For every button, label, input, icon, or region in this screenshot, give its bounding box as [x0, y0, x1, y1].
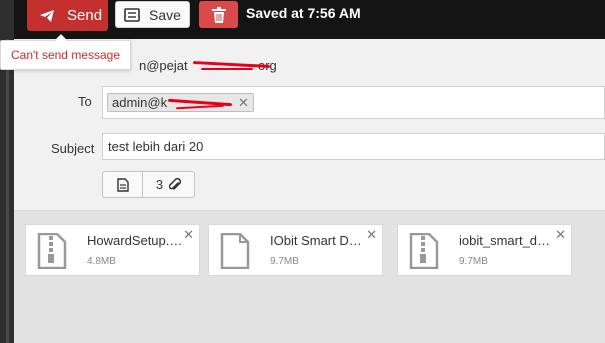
save-label: Save — [149, 6, 181, 23]
paper-plane-icon — [40, 9, 54, 22]
attachments-toggle-button[interactable]: 3 — [143, 172, 194, 197]
attachment-card[interactable]: IObit Smart Defrag 9.7MB ✕ — [208, 224, 383, 276]
zip-file-icon — [409, 233, 439, 269]
trash-icon — [211, 6, 226, 23]
attachment-size: 4.8MB — [87, 256, 116, 267]
paperclip-icon — [169, 177, 182, 190]
from-value: n@pejat — [139, 58, 188, 73]
remove-attachment-icon[interactable]: ✕ — [183, 227, 194, 243]
attachment-card[interactable]: iobit_smart_defrag 9.7MB ✕ — [397, 224, 572, 276]
attachment-name: iobit_smart_defrag — [459, 233, 557, 248]
attachment-name: HowardSetup.zip — [87, 233, 185, 248]
to-label: To — [78, 94, 92, 109]
attachment-controls: 3 — [102, 171, 195, 198]
redaction-mark — [201, 68, 253, 70]
send-label: Send — [67, 7, 103, 24]
save-button[interactable]: Save — [115, 1, 190, 28]
remove-recipient-icon[interactable]: ✕ — [238, 95, 249, 111]
attachment-card[interactable]: HowardSetup.zip 4.8MB ✕ — [25, 224, 200, 276]
attachment-size: 9.7MB — [270, 256, 299, 267]
remove-attachment-icon[interactable]: ✕ — [555, 227, 566, 243]
subject-label: Subject — [51, 141, 95, 156]
zip-file-icon — [37, 233, 67, 269]
remove-attachment-icon[interactable]: ✕ — [366, 227, 377, 243]
send-button[interactable]: Send — [27, 0, 108, 31]
to-field[interactable]: admin@k ✕ — [102, 86, 605, 119]
subject-input[interactable]: test lebih dari 20 — [102, 133, 605, 160]
editor-mode-button[interactable] — [103, 172, 143, 197]
attachment-size: 9.7MB — [459, 256, 488, 267]
from-address: n@pejatorg — [139, 58, 277, 73]
saved-status: Saved at 7:56 AM — [246, 5, 361, 21]
document-icon — [116, 177, 129, 192]
delete-button[interactable] — [199, 1, 238, 28]
attachment-count: 3 — [155, 177, 164, 192]
attachment-name: IObit Smart Defrag — [270, 233, 368, 248]
document-icon — [124, 7, 140, 22]
file-icon — [220, 233, 250, 269]
error-tooltip: Can't send message — [0, 34, 131, 70]
